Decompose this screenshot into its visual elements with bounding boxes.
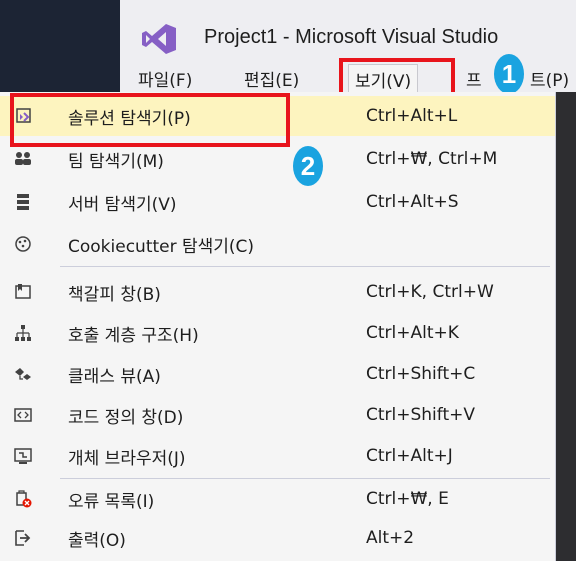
menu-edit[interactable]: 편집(E): [238, 64, 305, 93]
menu-item-label: 호출 계층 구조(H): [68, 325, 199, 346]
menu-item-shortcut: Ctrl+Shift+V: [366, 405, 476, 425]
menu-item-shortcut: Alt+2: [366, 528, 415, 548]
output-icon: [14, 529, 32, 547]
menu-item-shortcut: Ctrl+Alt+K: [366, 323, 459, 343]
menu-item-label: 출력(O): [68, 530, 126, 551]
menu-item-output[interactable]: 출력(O) Alt+2: [0, 518, 555, 558]
menu-item-code-definition-window[interactable]: 코드 정의 창(D) Ctrl+Shift+V: [0, 395, 555, 435]
step-2-badge: 2: [293, 146, 323, 186]
code-definition-icon: [14, 406, 32, 424]
menu-item-label: 개체 브라우저(J): [68, 448, 186, 469]
window-title: Project1 - Microsoft Visual Studio: [204, 26, 499, 48]
server-explorer-icon: [14, 193, 32, 211]
class-view-icon: [14, 365, 32, 383]
call-hierarchy-icon: [14, 324, 32, 342]
menu-item-error-list[interactable]: 오류 목록(I) Ctrl+₩, E: [0, 479, 555, 519]
visual-studio-logo-icon: [142, 24, 176, 54]
menu-item-bookmark-window[interactable]: 책갈피 창(B) Ctrl+K, Ctrl+W: [0, 272, 555, 312]
menu-item-server-explorer[interactable]: 서버 탐색기(V) Ctrl+Alt+S: [0, 182, 555, 222]
error-list-icon: [14, 490, 32, 508]
bookmark-window-icon: [14, 283, 32, 301]
menu-item-cookiecutter-explorer[interactable]: Cookiecutter 탐색기(C): [0, 224, 555, 264]
menu-item-object-browser[interactable]: 개체 브라우저(J) Ctrl+Alt+J: [0, 436, 555, 476]
menu-item-label: 코드 정의 창(D): [68, 407, 184, 428]
menu-item-label: 팀 탐색기(M): [68, 151, 164, 172]
menu-item-shortcut: Ctrl+Alt+J: [366, 446, 453, 466]
menu-item-shortcut: Ctrl+Alt+L: [366, 106, 458, 126]
menu-separator: [60, 266, 550, 267]
editor-background: [0, 0, 120, 92]
menu-item-label: 서버 탐색기(V): [68, 194, 177, 215]
menu-project-partial-start[interactable]: 프: [460, 64, 488, 93]
editor-background-right: [555, 92, 576, 561]
menu-item-label: 클래스 뷰(A): [68, 366, 161, 387]
step-1-badge: 1: [494, 54, 524, 94]
menu-file[interactable]: 파일(F): [132, 64, 198, 93]
solution-explorer-highlight: [10, 93, 290, 147]
menu-item-shortcut: Ctrl+₩, E: [366, 489, 449, 509]
menu-item-class-view[interactable]: 클래스 뷰(A) Ctrl+Shift+C: [0, 354, 555, 394]
menu-item-label: 책갈피 창(B): [68, 284, 161, 305]
menu-item-label: Cookiecutter 탐색기(C): [68, 236, 255, 257]
menu-item-shortcut: Ctrl+K, Ctrl+W: [366, 282, 494, 302]
menu-item-call-hierarchy[interactable]: 호출 계층 구조(H) Ctrl+Alt+K: [0, 313, 555, 353]
team-explorer-icon: [14, 150, 32, 168]
object-browser-icon: [14, 447, 32, 465]
menu-project-partial-end[interactable]: 트(P): [524, 64, 575, 93]
menu-item-shortcut: Ctrl+₩, Ctrl+M: [366, 149, 498, 169]
cookiecutter-icon: [14, 235, 32, 253]
view-menu-dropdown: 솔루션 탐색기(P) Ctrl+Alt+L 팀 탐색기(M) Ctrl+₩, C…: [0, 92, 556, 561]
menu-item-shortcut: Ctrl+Alt+S: [366, 192, 459, 212]
menu-item-shortcut: Ctrl+Shift+C: [366, 364, 476, 384]
menu-item-label: 오류 목록(I): [68, 491, 155, 512]
